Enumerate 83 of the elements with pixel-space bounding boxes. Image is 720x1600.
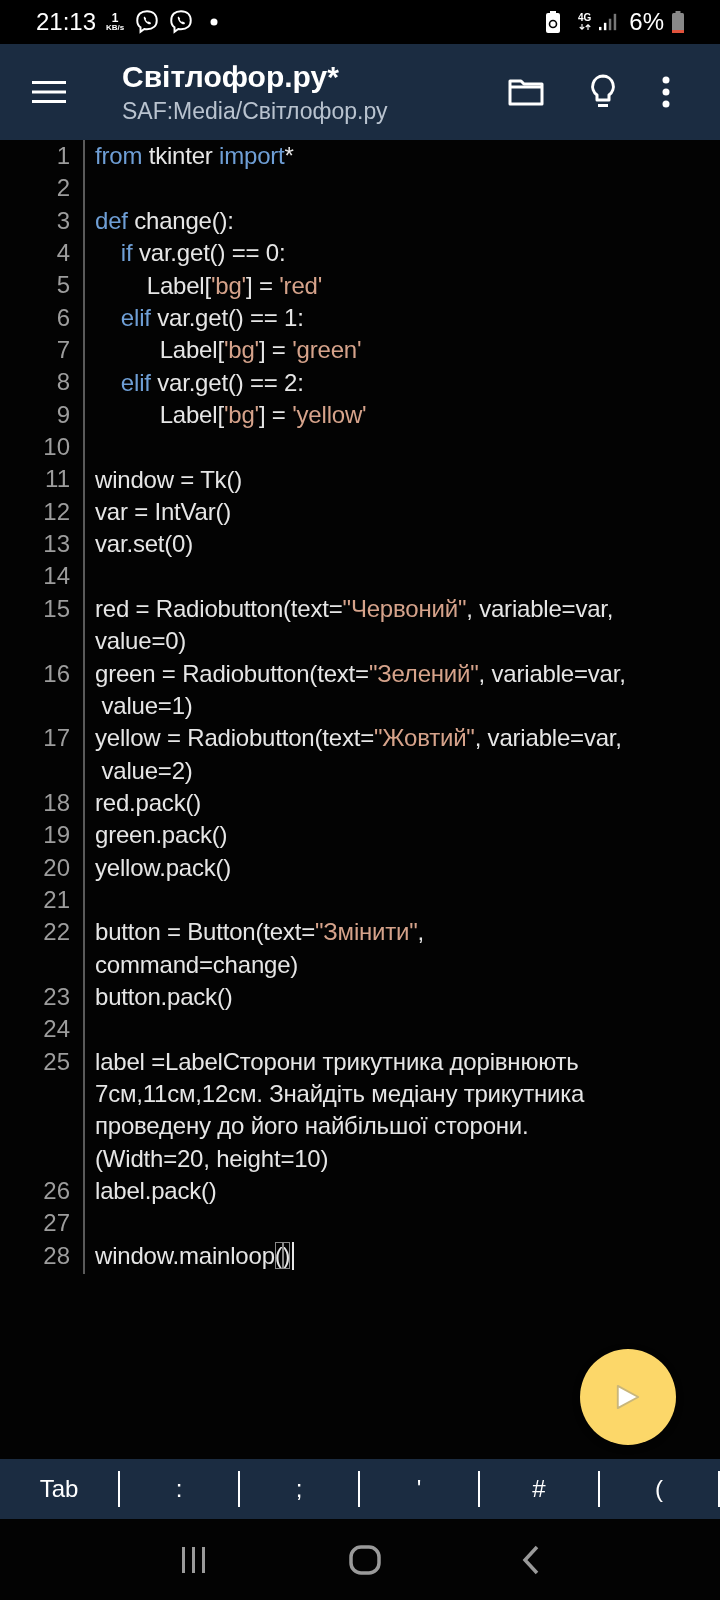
line-number: 9	[56, 400, 70, 428]
code-line: button = Button(text="Змінити",	[95, 918, 425, 947]
code-line: elif var.get() == 1:	[119, 303, 304, 332]
code-line: label.pack()	[95, 1177, 217, 1206]
code-line: value=0)	[95, 627, 187, 656]
code-line: label =LabelСторони трикутника дорівнюють	[95, 1047, 579, 1076]
code-line: elif var.get() == 2:	[119, 368, 304, 397]
code-line: Label['bg'] = 'yellow'	[158, 400, 367, 429]
line-number: 26	[43, 1177, 70, 1204]
code-line: if var.get() == 0:	[119, 239, 286, 268]
line-number: 22	[43, 918, 70, 946]
line-number: 7	[56, 336, 70, 364]
line-number: 23	[43, 982, 70, 1010]
code-line: green.pack()	[95, 821, 228, 850]
code-line: проведену до його найбільшої сторони.	[95, 1112, 529, 1141]
line-number: 25	[43, 1047, 70, 1075]
file-title: Світлофор.ру*	[122, 59, 340, 94]
line-number: 20	[43, 853, 70, 881]
battery-percent: 6%	[629, 8, 664, 36]
code-line: var = IntVar()	[95, 497, 232, 526]
code-line: value=2)	[100, 756, 193, 785]
data-arrows-icon	[578, 23, 591, 31]
line-number: 21	[43, 885, 70, 913]
lightbulb-button[interactable]	[590, 74, 616, 110]
status-time: 21:13	[36, 8, 97, 36]
line-number: 1	[56, 142, 70, 169]
line-number: 2	[56, 174, 70, 202]
back-icon[interactable]	[521, 1544, 540, 1575]
line-number: 27	[43, 1209, 70, 1237]
play-icon	[615, 1383, 641, 1411]
line-number: 18	[43, 788, 70, 816]
code-line: Label['bg'] = 'green'	[158, 336, 362, 365]
chat-phone-icon	[168, 9, 195, 35]
line-number: 28	[43, 1241, 70, 1269]
line-number: 8	[56, 368, 70, 396]
line-number: 5	[56, 271, 70, 299]
code-line: yellow = Radiobutton(text="Жовтий", variable=var,	[95, 724, 622, 753]
line-number: 14	[43, 562, 70, 590]
symbol-key[interactable]: #	[480, 1459, 598, 1519]
network-type: 4G	[577, 13, 592, 23]
line-number: 15	[43, 594, 70, 622]
net-speed-value: 1	[111, 12, 119, 24]
net-speed-unit: KB/s	[106, 24, 125, 32]
symbol-key[interactable]: '	[360, 1459, 478, 1519]
code-line: button.pack()	[95, 983, 233, 1012]
symbol-key[interactable]: (	[600, 1459, 718, 1519]
line-number: 3	[56, 206, 70, 234]
symbol-key[interactable]: ;	[240, 1459, 358, 1519]
code-line: var.set(0)	[95, 530, 194, 559]
code-line: yellow.pack()	[95, 853, 232, 882]
code-line: def change():	[95, 206, 234, 235]
code-line: (Width=20, height=10)	[95, 1144, 329, 1173]
line-number: 17	[43, 724, 70, 752]
battery-saver-icon	[545, 11, 560, 33]
line-number: 4	[56, 239, 70, 267]
code-line: green = Radiobutton(text="Зелений", variable=var,	[95, 659, 626, 688]
code-line: window = Tk()	[95, 465, 242, 494]
home-icon[interactable]	[349, 1544, 381, 1575]
symbol-key[interactable]: Tab	[0, 1459, 118, 1519]
line-number: 6	[56, 303, 70, 331]
symbol-key[interactable]: :	[120, 1459, 238, 1519]
line-number: 13	[43, 530, 70, 558]
more-options-button[interactable]	[662, 76, 670, 108]
code-line: Label['bg'] = 'red'	[145, 271, 323, 300]
battery-icon	[672, 11, 684, 33]
code-line: red.pack()	[95, 789, 202, 818]
chat-phone-icon	[134, 9, 161, 35]
notification-dot-icon	[210, 18, 219, 26]
code-line: red = Radiobutton(text="Червоний", variable=var,	[95, 595, 614, 623]
signal-bars-icon	[599, 13, 618, 31]
line-number: 10	[43, 433, 70, 461]
code-line: command=change)	[95, 950, 299, 979]
line-number: 11	[45, 465, 70, 493]
code-line: value=1)	[100, 692, 193, 720]
line-number: 24	[43, 1015, 70, 1043]
code-line: from tkinter import*	[95, 142, 294, 171]
line-number: 16	[43, 659, 70, 687]
file-path: SAF:Media/Світлофор.ру	[122, 97, 389, 125]
menu-button[interactable]	[32, 80, 66, 104]
line-number: 12	[43, 497, 70, 525]
code-line: 7см,11см,12см. Знайдіть медіану трикутника	[95, 1080, 585, 1109]
folder-button[interactable]	[508, 78, 544, 106]
line-number: 19	[43, 821, 70, 849]
